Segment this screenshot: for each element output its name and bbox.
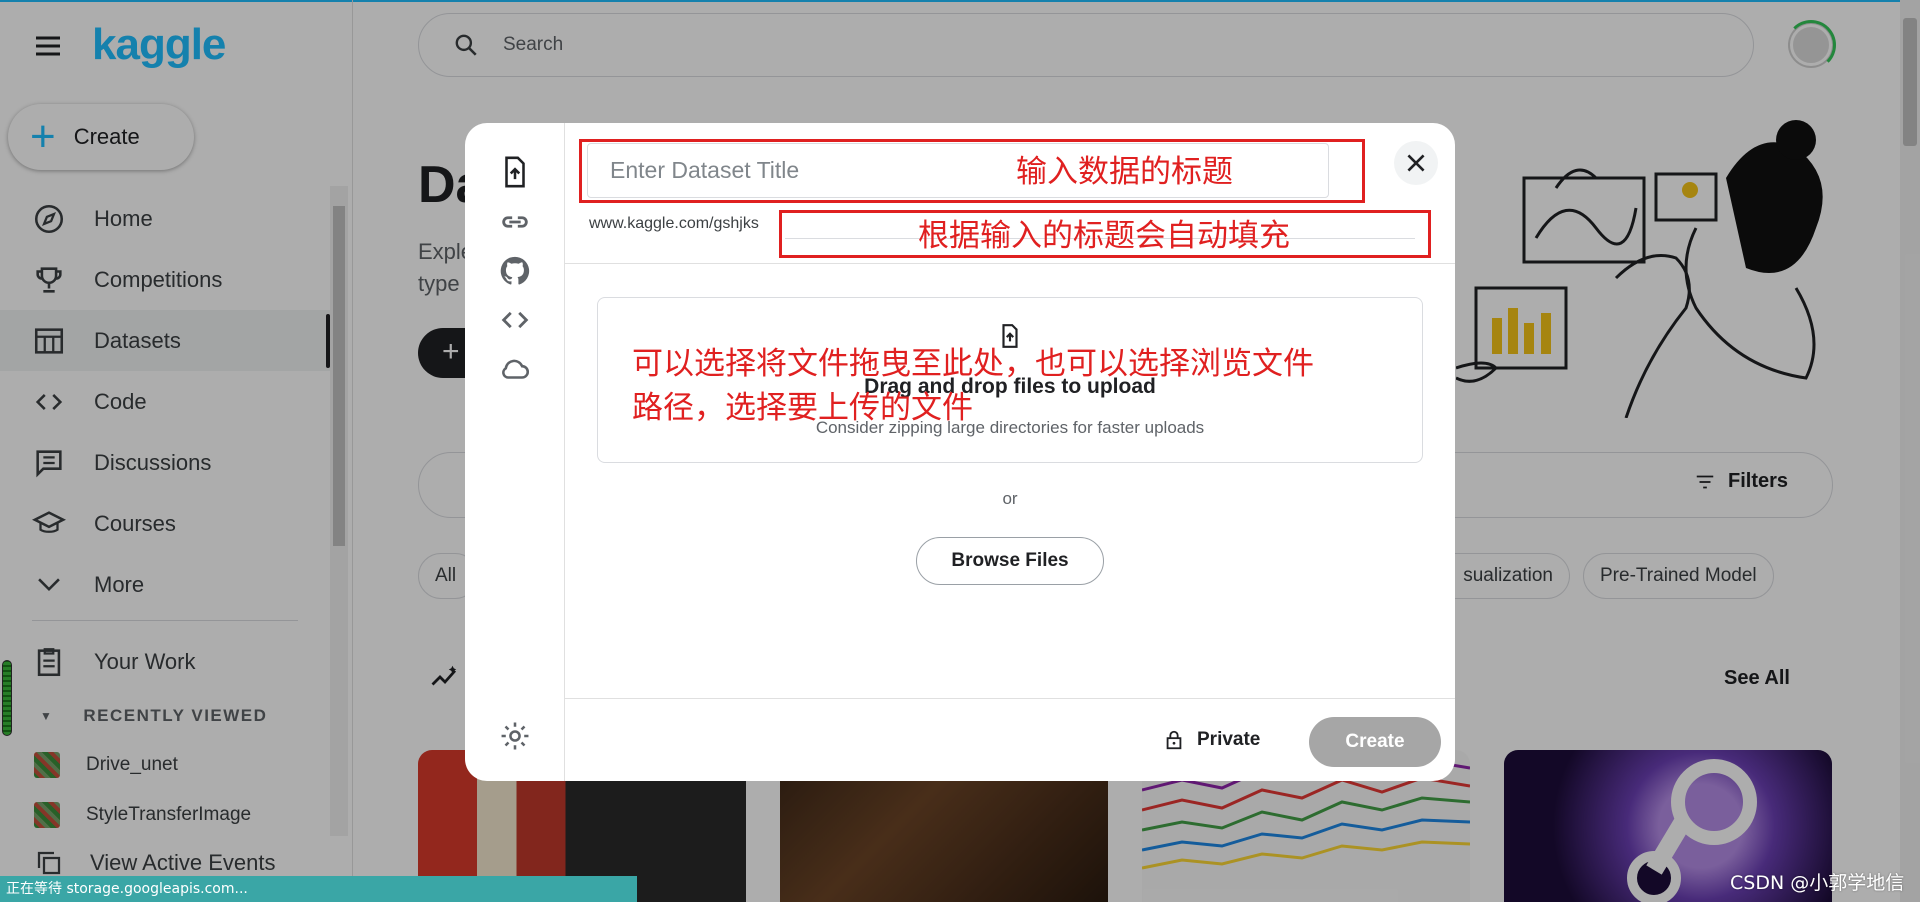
dialog-footer-divider bbox=[565, 698, 1455, 699]
browse-files-button[interactable]: Browse Files bbox=[916, 537, 1104, 585]
cloud-icon[interactable] bbox=[498, 352, 532, 386]
annotation-box-title bbox=[579, 139, 1365, 203]
watermark: CSDN @小郭学地信 bbox=[1730, 872, 1905, 894]
dataset-url-prefix: www.kaggle.com/gshjks bbox=[589, 215, 759, 232]
privacy-toggle[interactable]: Private bbox=[1163, 728, 1260, 752]
upload-source-rail bbox=[465, 123, 565, 781]
annotation-title-note: 输入数据的标题 bbox=[1016, 154, 1233, 190]
annotation-upload-note-line2: 路径，选择要上传的文件 bbox=[632, 390, 973, 426]
privacy-label: Private bbox=[1197, 729, 1261, 750]
github-icon[interactable] bbox=[498, 254, 532, 288]
or-separator: or bbox=[1002, 489, 1018, 508]
lock-icon bbox=[1166, 730, 1182, 750]
create-dataset-button[interactable]: Create bbox=[1309, 717, 1441, 767]
browser-status-bar: 正在等待 storage.googleapis.com... bbox=[0, 876, 637, 902]
annotation-url-note: 根据输入的标题会自动填充 bbox=[918, 218, 1290, 254]
gear-icon[interactable] bbox=[498, 719, 532, 753]
file-upload-icon[interactable] bbox=[498, 155, 532, 189]
close-button[interactable] bbox=[1394, 141, 1438, 185]
link-icon[interactable] bbox=[498, 205, 532, 239]
annotation-upload-note-line1: 可以选择将文件拖曳至此处，也可以选择浏览文件 bbox=[632, 346, 1314, 382]
code-icon[interactable] bbox=[498, 303, 532, 337]
dialog-divider bbox=[565, 263, 1455, 264]
close-icon bbox=[1407, 154, 1425, 172]
